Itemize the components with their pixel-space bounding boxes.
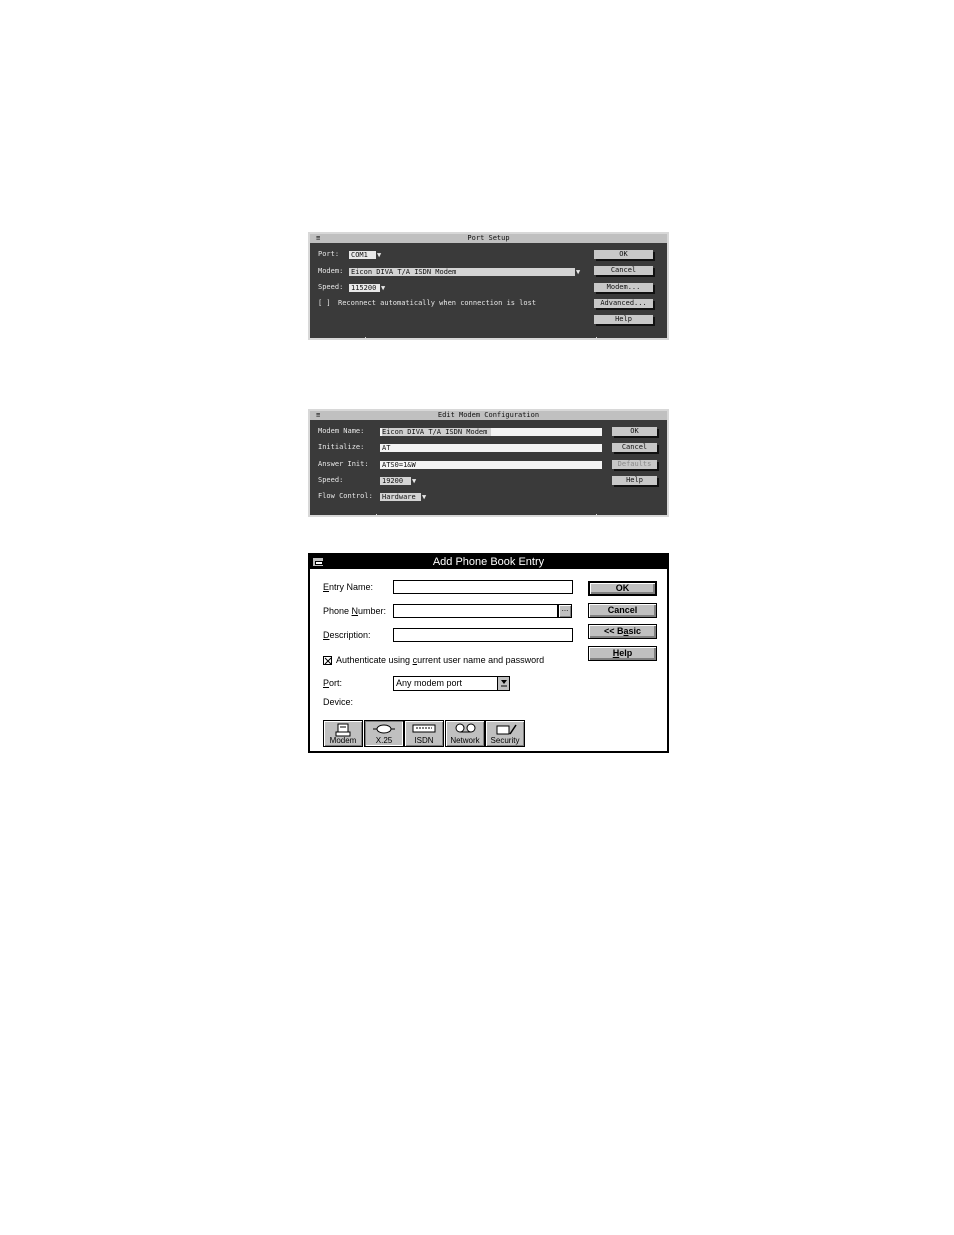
modem-name-label: Modem Name:	[318, 427, 365, 435]
port-setup-title: Port Setup	[467, 234, 510, 242]
add-phone-book-entry-dialog: Add Phone Book Entry Entry Name: Phone N…	[308, 553, 669, 753]
initialize-input[interactable]: AT	[380, 444, 602, 452]
description-input[interactable]	[393, 628, 573, 642]
ok-button[interactable]: OK	[588, 581, 657, 596]
basic-button[interactable]: << Basic	[588, 624, 657, 639]
port-label: Port:	[323, 678, 343, 688]
ok-button[interactable]: OK	[594, 250, 653, 259]
modem-icon	[335, 723, 351, 737]
edit-modem-dialog: ≡ Edit Modem Configuration Modem Name: E…	[308, 409, 669, 517]
port-combobox[interactable]: Any modem port	[393, 676, 510, 691]
modem-name-input[interactable]: Eicon DIVA T/A ISDN Modem	[380, 428, 602, 436]
port-dropdown-arrow-icon[interactable]: ▼	[377, 251, 381, 259]
security-icon	[496, 724, 517, 735]
port-setup-dialog: ≡ Port Setup Port: COM1 ▼ Modem: Eicon D…	[308, 232, 669, 340]
modem-dropdown-arrow-icon[interactable]: ▼	[576, 268, 580, 276]
ok-button[interactable]: OK	[612, 427, 657, 436]
phone-number-label: Phone Number:	[323, 606, 387, 616]
reconnect-checkbox[interactable]: [ ]	[318, 299, 331, 308]
speed-label: Speed:	[318, 283, 344, 291]
phone-number-browse-button[interactable]: ...	[558, 604, 572, 618]
advanced-button[interactable]: Advanced...	[594, 299, 653, 308]
toolbar-network-button[interactable]: Network	[445, 720, 485, 747]
entry-name-label: Entry Name:	[323, 582, 374, 592]
modem-label: Modem:	[318, 267, 344, 275]
toolbar-x25-label: X.25	[375, 736, 393, 745]
help-button[interactable]: Help	[594, 315, 653, 324]
speed-dropdown-arrow-icon[interactable]: ▼	[381, 284, 385, 292]
phone-number-input[interactable]	[393, 604, 558, 618]
answer-init-label: Answer Init:	[318, 460, 369, 468]
port-value: Any modem port	[396, 678, 463, 688]
speed-select[interactable]: 19200	[380, 477, 411, 485]
toolbar-isdn-button[interactable]: ISDN	[404, 720, 444, 747]
system-menu-icon[interactable]: ≡	[316, 234, 320, 243]
flow-control-label: Flow Control:	[318, 492, 373, 500]
cancel-button[interactable]: Cancel	[588, 603, 657, 618]
x25-icon	[373, 724, 395, 734]
add-phone-book-title: Add Phone Book Entry	[432, 556, 545, 568]
help-button[interactable]: Help	[612, 476, 657, 485]
speed-dropdown-arrow-icon[interactable]: ▼	[412, 477, 416, 485]
frame-tick	[596, 337, 597, 340]
frame-tick	[596, 514, 597, 517]
isdn-icon	[412, 724, 436, 733]
toolbar-x25-button[interactable]: X.25	[364, 720, 404, 747]
system-menu-icon[interactable]	[312, 557, 324, 567]
network-icon	[455, 723, 476, 733]
modem-button[interactable]: Modem...	[594, 283, 653, 292]
reconnect-label: Reconnect automatically when connection …	[338, 299, 537, 307]
toolbar-isdn-label: ISDN	[414, 736, 434, 745]
edit-modem-title-bar: ≡ Edit Modem Configuration	[310, 411, 667, 420]
modem-select[interactable]: Eicon DIVA T/A ISDN Modem	[349, 268, 575, 276]
system-menu-icon[interactable]: ≡	[316, 411, 320, 420]
entry-name-input[interactable]	[393, 580, 573, 594]
authenticate-label: Authenticate using current user name and…	[336, 655, 545, 665]
cancel-button[interactable]: Cancel	[612, 443, 657, 452]
device-label: Device:	[323, 697, 354, 707]
toolbar-security-label: Security	[490, 736, 520, 745]
speed-label: Speed:	[318, 476, 344, 484]
port-setup-title-bar: ≡ Port Setup	[310, 234, 667, 243]
port-dropdown-arrow-icon[interactable]	[497, 677, 509, 690]
speed-select[interactable]: 115200	[349, 284, 380, 292]
initialize-label: Initialize:	[318, 443, 365, 451]
down-arrow-icon	[500, 680, 507, 687]
modem-name-value: Eicon DIVA T/A ISDN Modem	[382, 428, 492, 436]
description-label: Description:	[323, 630, 371, 640]
help-button[interactable]: Help	[588, 646, 657, 661]
port-label: Port:	[318, 250, 340, 258]
toolbar-modem-label: Modem	[329, 736, 357, 745]
frame-tick	[365, 337, 366, 340]
cancel-button[interactable]: Cancel	[594, 266, 653, 275]
checkbox-x-icon	[324, 657, 332, 665]
authenticate-checkbox[interactable]	[323, 656, 332, 665]
flow-control-select[interactable]: Hardware	[380, 493, 421, 501]
add-phone-book-title-bar: Add Phone Book Entry	[310, 555, 667, 569]
port-select[interactable]: COM1	[349, 251, 376, 259]
edit-modem-title: Edit Modem Configuration	[437, 411, 540, 419]
answer-init-input[interactable]: ATS0=1&W	[380, 461, 602, 469]
toolbar-modem-button[interactable]: Modem	[323, 720, 363, 747]
flow-control-dropdown-arrow-icon[interactable]: ▼	[422, 493, 426, 501]
frame-tick	[376, 514, 377, 517]
toolbar-security-button[interactable]: Security	[485, 720, 525, 747]
defaults-button[interactable]: Defaults	[612, 460, 657, 469]
toolbar-network-label: Network	[450, 736, 480, 745]
